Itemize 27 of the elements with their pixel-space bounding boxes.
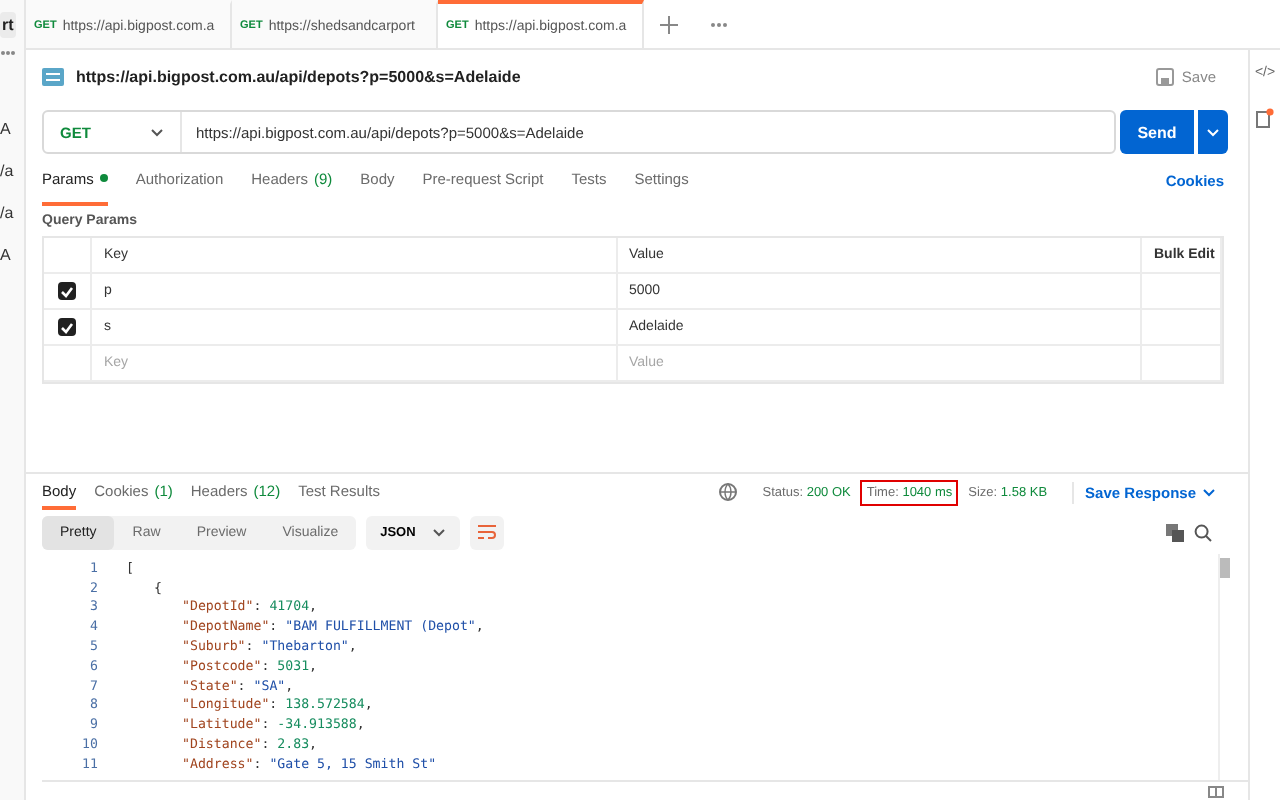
sidebar-item[interactable]: A — [0, 246, 11, 264]
more-icon[interactable] — [710, 21, 728, 27]
layout-icon[interactable] — [1208, 785, 1224, 797]
document-icon[interactable] — [1256, 108, 1274, 128]
more-icon[interactable] — [0, 50, 16, 56]
copy-icon[interactable] — [1166, 523, 1184, 541]
scrollbar[interactable] — [1218, 554, 1232, 780]
sidebar-item[interactable]: /a — [0, 162, 14, 180]
send-button[interactable]: Send — [1120, 110, 1194, 154]
save-icon — [1155, 67, 1174, 85]
chevron-down-icon — [1202, 487, 1216, 497]
sidebar-item[interactable]: A — [0, 120, 11, 138]
chevron-down-icon — [150, 127, 164, 137]
row-checkbox[interactable] — [58, 318, 76, 336]
request-title: https://api.bigpost.com.au/api/depots?p=5000&s=Adelaide — [76, 67, 523, 85]
sidebar-button[interactable]: rt — [0, 12, 16, 38]
http-request-icon — [42, 67, 64, 85]
send-options-button[interactable] — [1198, 110, 1228, 154]
plus-icon[interactable] — [660, 15, 678, 33]
wrap-icon — [477, 524, 496, 540]
search-icon[interactable] — [1194, 523, 1212, 541]
globe-icon[interactable] — [718, 482, 739, 502]
row-checkbox[interactable] — [58, 282, 76, 300]
wrap-lines-button[interactable] — [469, 515, 504, 549]
chevron-down-icon — [1206, 127, 1220, 137]
sidebar-item[interactable]: /a — [0, 204, 14, 222]
chevron-down-icon — [431, 527, 446, 537]
